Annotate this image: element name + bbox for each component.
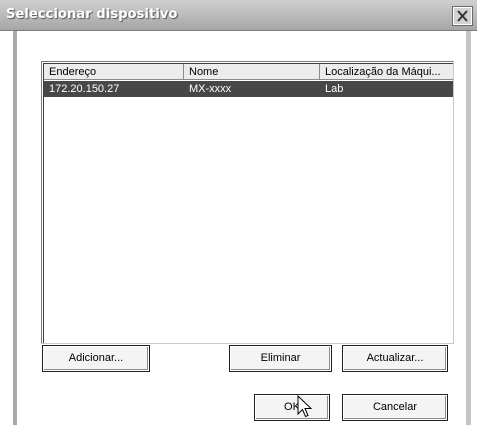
column-header-name[interactable]: Nome: [184, 64, 320, 80]
cell-location: Lab: [325, 83, 344, 95]
cell-address: 172.20.150.27: [49, 83, 120, 95]
cancel-button[interactable]: Cancelar: [342, 394, 448, 421]
ok-button[interactable]: OK: [254, 394, 330, 421]
title-bar[interactable]: Seleccionar dispositivo: [0, 0, 477, 31]
close-button[interactable]: [452, 6, 473, 26]
device-list-body: Endereço Nome Localização da Máqui... 17…: [43, 63, 453, 343]
window-frame-right: [466, 31, 471, 425]
add-button[interactable]: Adicionar...: [42, 345, 150, 372]
update-button[interactable]: Actualizar...: [342, 345, 448, 372]
dialog-title: Seleccionar dispositivo: [6, 7, 178, 22]
cell-name: MX-xxxx: [189, 83, 232, 95]
column-header-location[interactable]: Localização da Máqui...: [320, 64, 453, 80]
device-list[interactable]: Endereço Nome Localização da Máqui... 17…: [41, 61, 454, 344]
mouse-pointer-icon: [297, 394, 313, 422]
close-icon: [457, 10, 468, 22]
column-header-address[interactable]: Endereço: [44, 64, 184, 80]
delete-button[interactable]: Eliminar: [229, 345, 332, 372]
select-device-dialog: Seleccionar dispositivo Endereço Nome Lo…: [0, 0, 477, 425]
list-header: Endereço Nome Localização da Máqui...: [44, 64, 453, 80]
list-row-selected[interactable]: 172.20.150.27 MX-xxxx Lab: [44, 81, 453, 97]
